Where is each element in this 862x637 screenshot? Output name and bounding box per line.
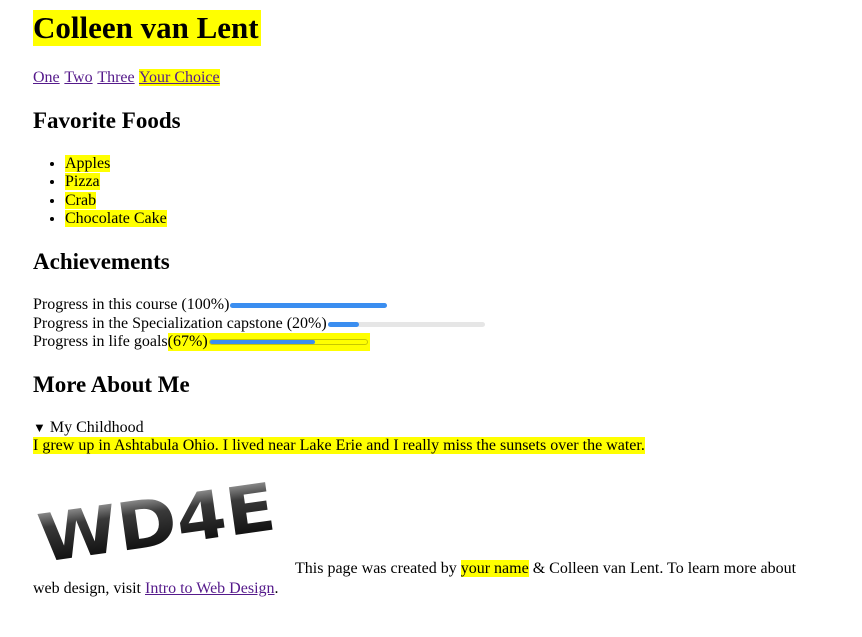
list-item: Crab [65, 191, 167, 210]
more-about-me-heading: More About Me [33, 372, 190, 397]
progress-course-row: Progress in this course (100%) [33, 296, 388, 314]
favorite-foods-heading: Favorite Foods [33, 108, 181, 133]
progress-capstone-bar [327, 321, 485, 327]
childhood-summary-label: My Childhood [49, 419, 144, 436]
nav-link-one[interactable]: One [33, 69, 60, 86]
nav-link-three[interactable]: Three [97, 69, 134, 86]
food-apples: Apples [65, 155, 111, 172]
food-chocolate-cake: Chocolate Cake [65, 209, 167, 227]
list-item: Pizza [65, 173, 167, 191]
childhood-summary[interactable]: ▼ My Childhood [33, 419, 645, 437]
footer-your-name: your name [460, 560, 529, 577]
childhood-details: ▼ My Childhood I grew up in Ashtabula Ohi… [33, 419, 645, 455]
progress-life-percent: (67%) [167, 333, 208, 350]
progress-capstone-label: Progress in the Specialization capstone … [33, 315, 327, 332]
progress-course-label: Progress in this course (100%) [33, 296, 230, 313]
achievements-heading: Achievements [33, 249, 170, 274]
nav-link-your-choice[interactable]: Your Choice [139, 69, 220, 86]
nav-link-two[interactable]: Two [64, 69, 92, 86]
progress-life-bar [208, 339, 368, 345]
disclosure-triangle-icon: ▼ [33, 420, 46, 435]
progress-life-label: Progress in life goals [33, 333, 168, 350]
page-title: Colleen van Lent [33, 10, 261, 46]
intro-web-design-link[interactable]: Intro to Web Design [145, 580, 275, 597]
nav-links: One Two Three Your Choice [33, 69, 221, 87]
favorite-foods-list: Apples Pizza Crab Chocolate Cake [33, 155, 167, 228]
childhood-text: I grew up in Ashtabula Ohio. I lived nea… [33, 437, 645, 454]
progress-life-row: Progress in life goals (67%) [33, 333, 370, 351]
footer-text-1: This page was created by [295, 560, 461, 577]
list-item: Apples [65, 155, 167, 173]
list-item: Chocolate Cake [65, 209, 167, 228]
progress-course-bar [230, 302, 388, 308]
progress-capstone-row: Progress in the Specialization capstone … [33, 315, 485, 333]
footer-end: . [274, 580, 279, 597]
food-crab: Crab [65, 191, 97, 209]
footer: This page was created by your name & Col… [33, 559, 823, 599]
food-pizza: Pizza [65, 173, 100, 191]
